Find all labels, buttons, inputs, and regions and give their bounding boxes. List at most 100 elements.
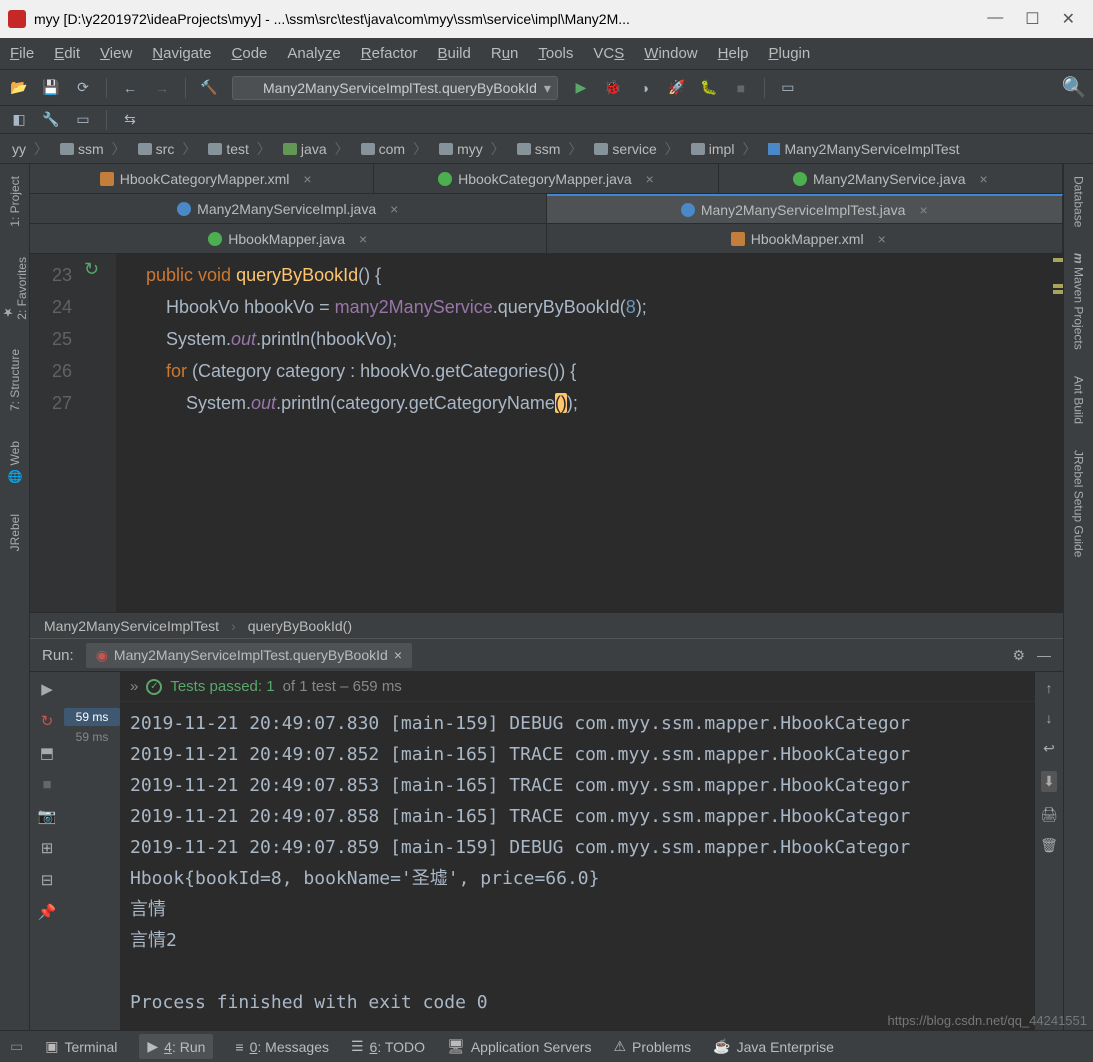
tool-window-icon[interactable]: ▭ xyxy=(10,1038,23,1055)
crumb-impl[interactable]: impl xyxy=(685,139,763,159)
dump-icon[interactable]: 📷 xyxy=(38,807,57,825)
export-icon[interactable]: ⬇ xyxy=(1041,771,1057,792)
back-icon[interactable]: ← xyxy=(121,79,139,97)
forward-icon[interactable]: → xyxy=(153,79,171,97)
tab-many2manyserviceimpl[interactable]: Many2ManyServiceImpl.java× xyxy=(30,194,547,223)
close-icon[interactable]: × xyxy=(878,231,886,247)
trail-method[interactable]: queryByBookId() xyxy=(248,618,352,634)
code-content[interactable]: public void queryByBookId() { HbookVo hb… xyxy=(116,254,657,612)
console-output[interactable]: 2019-11-21 20:49:07.830 [main-159] DEBUG… xyxy=(120,702,1035,1030)
menu-navigate[interactable]: Navigate xyxy=(152,45,211,62)
tool-jrebel[interactable]: JRebel xyxy=(8,508,22,557)
crumb-java[interactable]: java xyxy=(277,139,355,159)
crumb-myy[interactable]: myy xyxy=(433,139,511,159)
wrench-icon[interactable]: 🔧 xyxy=(42,111,60,129)
down-icon[interactable]: ↓ xyxy=(1046,710,1053,726)
menu-build[interactable]: Build xyxy=(437,45,470,62)
menu-vcs[interactable]: VCS xyxy=(593,45,624,62)
crumb-service[interactable]: service xyxy=(588,139,684,159)
tool-favorites[interactable]: ★2: Favorites xyxy=(1,251,29,326)
bottom-terminal[interactable]: ▣ Terminal xyxy=(45,1038,117,1055)
close-icon[interactable]: × xyxy=(646,171,654,187)
jrebel-run-icon[interactable]: 🚀 xyxy=(668,79,686,97)
code-editor[interactable]: 2324252627 ↻ public void queryByBookId()… xyxy=(30,254,1063,612)
tool-icon-3[interactable]: ▭ xyxy=(74,111,92,129)
close-icon[interactable]: × xyxy=(919,202,927,218)
maximize-button[interactable]: ☐ xyxy=(1025,9,1039,29)
toggle-autotest-icon[interactable]: ⬒ xyxy=(40,744,54,762)
bottom-run[interactable]: ▶ 4: Run xyxy=(139,1034,213,1059)
settings-icon[interactable]: ⊟ xyxy=(41,871,54,889)
close-icon[interactable]: × xyxy=(979,171,987,187)
menu-plugin[interactable]: Plugin xyxy=(769,45,811,62)
crumb-src[interactable]: src xyxy=(132,139,203,159)
trash-icon[interactable]: 🗑 xyxy=(1040,837,1058,854)
bottom-javaee[interactable]: ☕ Java Enterprise xyxy=(713,1038,834,1055)
jrebel-debug-icon[interactable]: 🐛 xyxy=(700,79,718,97)
rerun-icon[interactable]: ▶ xyxy=(41,680,53,698)
debug-icon[interactable]: 🐞 xyxy=(604,79,622,97)
tab-hbookmapper-java[interactable]: HbookMapper.java× xyxy=(30,224,547,253)
menu-help[interactable]: Help xyxy=(718,45,749,62)
menu-code[interactable]: Code xyxy=(232,45,268,62)
crumb-file[interactable]: Many2ManyServiceImplTest xyxy=(762,141,973,157)
stop-icon[interactable]: ■ xyxy=(42,776,51,793)
tool-icon-1[interactable]: ◧ xyxy=(10,111,28,129)
menu-edit[interactable]: Edit xyxy=(54,45,80,62)
tool-project[interactable]: 1: Project xyxy=(8,170,22,233)
tool-web[interactable]: 🌐 Web xyxy=(8,435,22,489)
tab-hbookcategorymapper-xml[interactable]: HbookCategoryMapper.xml× xyxy=(30,164,374,193)
menu-tools[interactable]: Tools xyxy=(538,45,573,62)
tool-database[interactable]: Database xyxy=(1072,170,1086,233)
layout-icon[interactable]: ⊞ xyxy=(41,839,54,857)
crumb-com[interactable]: com xyxy=(355,139,433,159)
run-icon[interactable]: ▶ xyxy=(572,79,590,97)
close-icon[interactable]: × xyxy=(303,171,311,187)
run-config-combo[interactable]: Many2ManyServiceImplTest.queryByBookId xyxy=(232,76,558,100)
refresh-icon[interactable]: ⟳ xyxy=(74,79,92,97)
menu-refactor[interactable]: Refactor xyxy=(361,45,418,62)
close-icon[interactable]: × xyxy=(394,647,402,663)
crumb-test[interactable]: test xyxy=(202,139,277,159)
up-icon[interactable]: ↑ xyxy=(1046,680,1053,696)
build-icon[interactable]: 🔨 xyxy=(200,79,218,97)
menu-run[interactable]: Run xyxy=(491,45,519,62)
bottom-todo[interactable]: ☰ 6: TODO xyxy=(351,1038,425,1055)
search-icon[interactable]: 🔍 xyxy=(1065,79,1083,97)
coverage-icon[interactable]: ◑ xyxy=(636,79,654,97)
stop-icon[interactable]: ■ xyxy=(732,79,750,97)
save-icon[interactable]: 💾 xyxy=(42,79,60,97)
structure-icon[interactable]: ▭ xyxy=(779,79,797,97)
crumb-root[interactable]: yy xyxy=(6,139,54,159)
bottom-messages[interactable]: ≡ 0: Messages xyxy=(235,1039,329,1055)
run-tab[interactable]: ◉ Many2ManyServiceImplTest.queryByBookId… xyxy=(86,643,412,668)
bottom-problems[interactable]: ⚠ Problems xyxy=(613,1038,691,1055)
menu-view[interactable]: View xyxy=(100,45,132,62)
minimize-button[interactable]: — xyxy=(987,9,1003,29)
wrap-icon[interactable]: ↩ xyxy=(1043,740,1055,757)
open-icon[interactable]: 📂 xyxy=(10,79,28,97)
trail-class[interactable]: Many2ManyServiceImplTest xyxy=(44,618,219,634)
tool-ant[interactable]: Ant Build xyxy=(1072,370,1086,430)
close-icon[interactable]: × xyxy=(390,201,398,217)
menu-analyze[interactable]: Analyze xyxy=(287,45,340,62)
pin-icon[interactable]: 📌 xyxy=(38,903,57,921)
tool-icon-4[interactable]: ⇆ xyxy=(121,111,139,129)
tab-hbookmapper-xml[interactable]: HbookMapper.xml× xyxy=(547,224,1064,253)
print-icon[interactable]: 🖨 xyxy=(1040,806,1058,823)
crumb-module[interactable]: ssm xyxy=(54,139,132,159)
tool-maven[interactable]: m Maven Projects xyxy=(1072,247,1086,356)
close-button[interactable]: ✕ xyxy=(1062,9,1075,29)
menu-file[interactable]: File xyxy=(10,45,34,62)
tab-many2manyserviceimpltest[interactable]: Many2ManyServiceImplTest.java× xyxy=(547,194,1064,223)
tool-jrebel-guide[interactable]: JRebel Setup Guide xyxy=(1072,444,1086,563)
tab-hbookcategorymapper-java[interactable]: HbookCategoryMapper.java× xyxy=(374,164,718,193)
menu-window[interactable]: Window xyxy=(644,45,697,62)
hide-panel-icon[interactable]: — xyxy=(1037,647,1051,663)
close-icon[interactable]: × xyxy=(359,231,367,247)
bottom-appservers[interactable]: 🖥 Application Servers xyxy=(447,1038,591,1055)
crumb-ssm[interactable]: ssm xyxy=(511,139,589,159)
tool-structure[interactable]: 7: Structure xyxy=(8,343,22,417)
rerun-failed-icon[interactable]: ↻ xyxy=(41,712,54,730)
tab-many2manyservice-java[interactable]: Many2ManyService.java× xyxy=(719,164,1063,193)
